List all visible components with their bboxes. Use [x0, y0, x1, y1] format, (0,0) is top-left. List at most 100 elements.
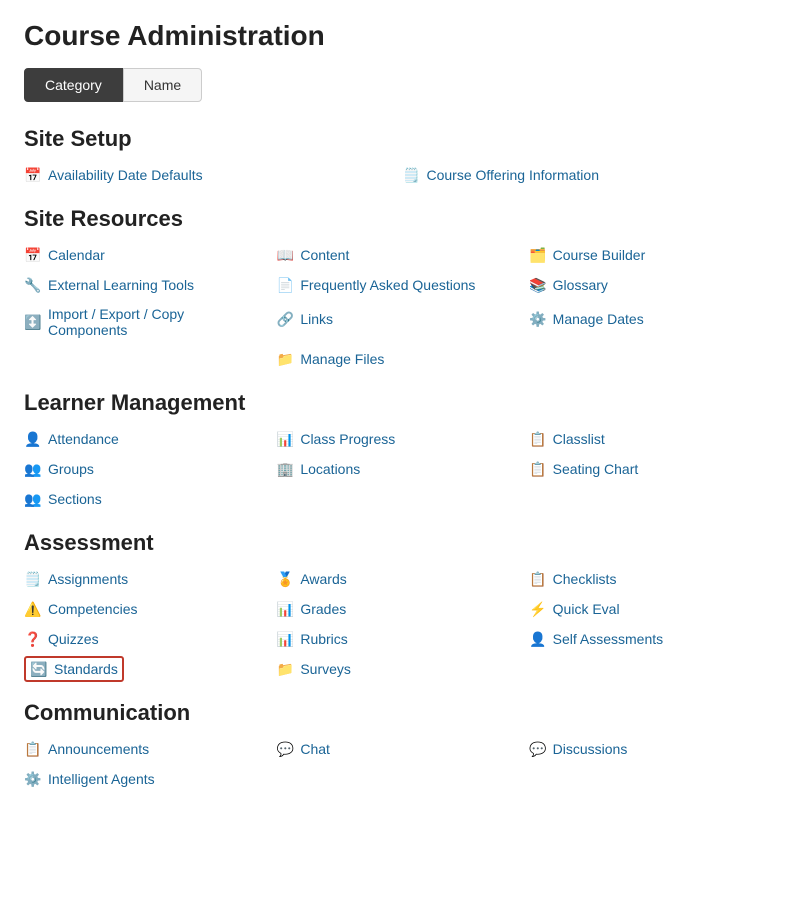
- locations-icon: 🏢: [276, 460, 294, 478]
- groups-icon: 👥: [24, 460, 42, 478]
- tab-name[interactable]: Name: [123, 68, 202, 102]
- link-label: Import / Export / CopyComponents: [48, 306, 184, 338]
- link-competencies[interactable]: ⚠️ Competencies: [24, 596, 276, 622]
- link-intelligent-agents[interactable]: ⚙️ Intelligent Agents: [24, 766, 276, 792]
- link-label: Groups: [48, 461, 94, 477]
- link-surveys[interactable]: 📁 Surveys: [276, 656, 528, 682]
- link-label: Chat: [300, 741, 330, 757]
- link-label: Availability Date Defaults: [48, 167, 203, 183]
- communication-grid: 📋 Announcements 💬 Chat 💬 Discussions ⚙️ …: [24, 736, 781, 792]
- link-label: Sections: [48, 491, 102, 507]
- link-label: Seating Chart: [553, 461, 639, 477]
- link-course-offering-information[interactable]: 🗒️ Course Offering Information: [403, 162, 782, 188]
- chat-icon: 💬: [276, 740, 294, 758]
- tab-bar: Category Name: [24, 68, 781, 102]
- link-glossary[interactable]: 📚 Glossary: [529, 272, 781, 298]
- link-label: Checklists: [553, 571, 617, 587]
- section-heading-site-resources: Site Resources: [24, 206, 781, 232]
- page-title: Course Administration: [24, 20, 781, 52]
- link-label: Discussions: [553, 741, 628, 757]
- section-heading-communication: Communication: [24, 700, 781, 726]
- assignments-icon: 🗒️: [24, 570, 42, 588]
- link-rubrics[interactable]: 📊 Rubrics: [276, 626, 528, 652]
- quizzes-icon: ❓: [24, 630, 42, 648]
- sections-icon: 👥: [24, 490, 42, 508]
- quick-eval-icon: ⚡: [529, 600, 547, 618]
- link-chat[interactable]: 💬 Chat: [276, 736, 528, 762]
- tab-category[interactable]: Category: [24, 68, 123, 102]
- competencies-icon: ⚠️: [24, 600, 42, 618]
- link-label: Standards: [54, 661, 118, 677]
- link-announcements[interactable]: 📋 Announcements: [24, 736, 276, 762]
- site-resources-grid: 📅 Calendar 📖 Content 🗂️ Course Builder 🔧…: [24, 242, 781, 372]
- link-manage-files[interactable]: 📁 Manage Files: [276, 346, 528, 372]
- link-calendar[interactable]: 📅 Calendar: [24, 242, 276, 268]
- link-label: Quizzes: [48, 631, 99, 647]
- grades-icon: 📊: [276, 600, 294, 618]
- link-awards[interactable]: 🏅 Awards: [276, 566, 528, 592]
- link-import-export-copy[interactable]: ↕️ Import / Export / CopyComponents: [24, 302, 276, 342]
- link-icon: 🔗: [276, 310, 294, 328]
- link-quick-eval[interactable]: ⚡ Quick Eval: [529, 596, 781, 622]
- assessment-grid: 🗒️ Assignments 🏅 Awards 📋 Checklists ⚠️ …: [24, 566, 781, 682]
- link-label: Quick Eval: [553, 601, 620, 617]
- link-label: Content: [300, 247, 349, 263]
- link-checklists[interactable]: 📋 Checklists: [529, 566, 781, 592]
- site-setup-grid: 📅 Availability Date Defaults 🗒️ Course O…: [24, 162, 781, 188]
- calendar-icon: 📅: [24, 166, 42, 184]
- link-discussions[interactable]: 💬 Discussions: [529, 736, 781, 762]
- link-manage-dates[interactable]: ⚙️ Manage Dates: [529, 306, 781, 332]
- link-content[interactable]: 📖 Content: [276, 242, 528, 268]
- import-export-icon: ↕️: [24, 313, 42, 331]
- learner-management-grid: 👤 Attendance 📊 Class Progress 📋 Classlis…: [24, 426, 781, 512]
- link-links[interactable]: 🔗 Links: [276, 306, 528, 332]
- folder-icon: 🗂️: [529, 246, 547, 264]
- intelligent-agents-icon: ⚙️: [24, 770, 42, 788]
- link-standards[interactable]: 🔄 Standards: [24, 656, 124, 682]
- link-label: Manage Dates: [553, 311, 644, 327]
- link-seating-chart[interactable]: 📋 Seating Chart: [529, 456, 781, 482]
- link-label: Frequently Asked Questions: [300, 277, 475, 293]
- link-label: Links: [300, 311, 333, 327]
- section-heading-site-setup: Site Setup: [24, 126, 781, 152]
- link-assignments[interactable]: 🗒️ Assignments: [24, 566, 276, 592]
- link-attendance[interactable]: 👤 Attendance: [24, 426, 276, 452]
- rubrics-icon: 📊: [276, 630, 294, 648]
- section-heading-learner-management: Learner Management: [24, 390, 781, 416]
- link-label: Course Offering Information: [427, 167, 600, 183]
- link-course-builder[interactable]: 🗂️ Course Builder: [529, 242, 781, 268]
- document-icon: 🗒️: [403, 166, 421, 184]
- awards-icon: 🏅: [276, 570, 294, 588]
- link-locations[interactable]: 🏢 Locations: [276, 456, 528, 482]
- link-label: Intelligent Agents: [48, 771, 155, 787]
- link-label: Locations: [300, 461, 360, 477]
- faq-icon: 📄: [276, 276, 294, 294]
- link-class-progress[interactable]: 📊 Class Progress: [276, 426, 528, 452]
- surveys-icon: 📁: [276, 660, 294, 678]
- calendar-icon: 📅: [24, 246, 42, 264]
- link-external-learning-tools[interactable]: 🔧 External Learning Tools: [24, 272, 276, 298]
- link-grades[interactable]: 📊 Grades: [276, 596, 528, 622]
- link-groups[interactable]: 👥 Groups: [24, 456, 276, 482]
- link-label: Attendance: [48, 431, 119, 447]
- link-classlist[interactable]: 📋 Classlist: [529, 426, 781, 452]
- link-self-assessments[interactable]: 👤 Self Assessments: [529, 626, 781, 652]
- link-label: Assignments: [48, 571, 128, 587]
- tools-icon: 🔧: [24, 276, 42, 294]
- link-label: Course Builder: [553, 247, 646, 263]
- link-availability-date-defaults[interactable]: 📅 Availability Date Defaults: [24, 162, 403, 188]
- link-quizzes[interactable]: ❓ Quizzes: [24, 626, 276, 652]
- link-label: Grades: [300, 601, 346, 617]
- link-label: Surveys: [300, 661, 351, 677]
- book-icon: 📖: [276, 246, 294, 264]
- progress-icon: 📊: [276, 430, 294, 448]
- classlist-icon: 📋: [529, 430, 547, 448]
- link-faq[interactable]: 📄 Frequently Asked Questions: [276, 272, 528, 298]
- link-label: Awards: [300, 571, 346, 587]
- checklists-icon: 📋: [529, 570, 547, 588]
- attendance-icon: 👤: [24, 430, 42, 448]
- link-label: Calendar: [48, 247, 105, 263]
- link-sections[interactable]: 👥 Sections: [24, 486, 276, 512]
- gear-calendar-icon: ⚙️: [529, 310, 547, 328]
- link-label: Self Assessments: [553, 631, 664, 647]
